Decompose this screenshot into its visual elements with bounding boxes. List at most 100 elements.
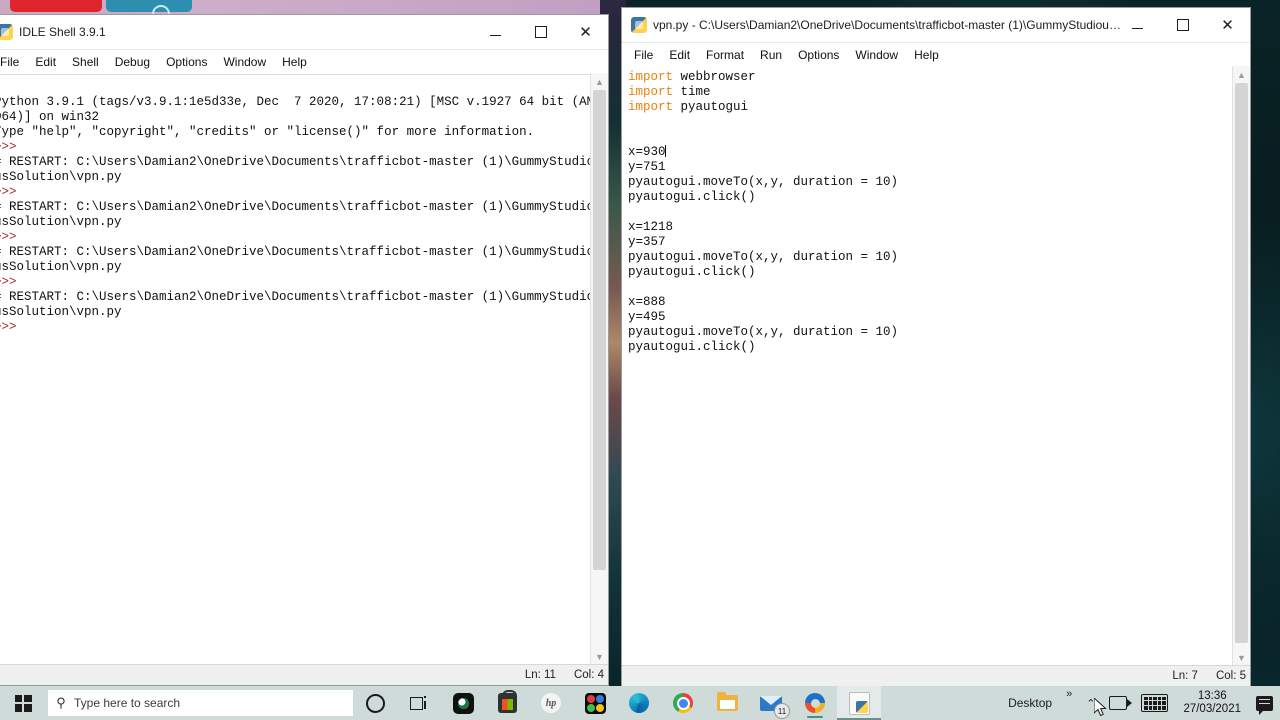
editor-code-text[interactable]: import webbrowser import time import pyaut… [622,66,1233,666]
editor-line-indicator: Ln: 7 [1172,670,1198,682]
start-button[interactable] [0,686,46,720]
hp-support-icon[interactable]: hp [529,686,573,720]
editor-menu-format[interactable]: Format [698,45,752,65]
photos-app-icon[interactable] [573,686,617,720]
edge-icon[interactable] [617,686,661,720]
shell-menu-window[interactable]: Window [215,52,274,72]
background-window-red[interactable] [10,0,102,12]
shell-line: D64)] on win32 [0,110,100,124]
action-center-icon[interactable] [1249,686,1280,720]
shell-close-button[interactable]: ✕ [563,15,608,49]
shell-title: IDLE Shell 3.9.1 [19,25,106,39]
shell-line: usSolution\vpn.py [0,260,122,274]
show-desktop-peek[interactable]: Desktop [1001,686,1059,720]
shell-line: Python 3.9.1 (tags/v3.9.1:1e5d33e, Dec 7… [0,95,591,109]
shell-scroll-thumb[interactable] [593,90,606,570]
shell-line: usSolution\vpn.py [0,305,122,319]
editor-scroll-thumb[interactable] [1235,83,1248,643]
mail-icon[interactable]: 11 [749,686,793,720]
chrome-icon[interactable] [661,686,705,720]
taskbar-search-box[interactable]: ⚲ Type here to search [48,690,353,716]
clock-time: 13:36 [1197,690,1227,702]
code-line: y=495 [628,310,666,324]
file-explorer-icon[interactable] [705,686,749,720]
media-app-icon[interactable] [441,686,485,720]
shell-statusbar: Ln: 11 Col: 4 [0,664,608,685]
editor-titlebar[interactable]: vpn.py - C:\Users\Damian2\OneDrive\Docum… [622,8,1250,43]
shell-titlebar[interactable]: IDLE Shell 3.9.1 ✕ [0,15,608,50]
taskbar[interactable]: ⚲ Type here to search hp 11 Desktop » ⌃ … [0,686,1280,720]
shell-output-text[interactable]: Python 3.9.1 (tags/v3.9.1:1e5d33e, Dec 7… [0,91,591,665]
shell-scroll-up-icon[interactable]: ▲ [591,73,608,90]
search-icon: ⚲ [56,695,66,710]
editor-minimize-button[interactable] [1115,8,1160,42]
editor-menu-edit[interactable]: Edit [661,45,698,65]
editor-scroll-down-icon[interactable]: ▼ [1233,649,1250,666]
editor-menu-window[interactable]: Window [847,45,906,65]
editor-close-button[interactable]: ✕ [1205,8,1250,42]
task-view-icon[interactable] [397,686,441,720]
editor-window-controls[interactable]: ✕ [1115,8,1250,42]
shell-menubar[interactable]: File Edit Shell Debug Options Window Hel… [0,50,608,75]
code-line: import time [628,85,711,99]
mouse-cursor [1094,698,1107,717]
shell-minimize-button[interactable] [473,15,518,49]
shell-window-controls[interactable]: ✕ [473,15,608,49]
editor-menu-options[interactable]: Options [790,45,847,65]
shell-menu-edit[interactable]: Edit [27,52,64,72]
shell-line: >>> [0,185,17,199]
mail-badge-count: 11 [774,703,790,719]
editor-scroll-up-icon[interactable]: ▲ [1233,66,1250,83]
editor-maximize-button[interactable] [1160,8,1205,42]
editor-vertical-scrollbar[interactable]: ▲ ▼ [1232,66,1250,666]
editor-menu-run[interactable]: Run [752,45,790,65]
shell-menu-file[interactable]: File [0,52,27,72]
shell-line: usSolution\vpn.py [0,215,122,229]
code-line: y=751 [628,160,666,174]
shell-line: >>> [0,275,17,289]
code-line: x=1218 [628,220,674,234]
shell-line: Type "help", "copyright", "credits" or "… [0,125,535,139]
code-line: pyautogui.click() [628,265,756,279]
shell-menu-options[interactable]: Options [158,52,215,72]
idle-shell-window[interactable]: IDLE Shell 3.9.1 ✕ File Edit Shell Debug… [0,15,608,685]
python-file-icon [631,17,647,33]
python-icon [0,24,13,40]
shell-menu-help[interactable]: Help [274,52,315,72]
sync-app-icon[interactable] [793,686,837,720]
idle-editor-window[interactable]: vpn.py - C:\Users\Damian2\OneDrive\Docum… [622,8,1250,686]
system-tray[interactable]: Desktop » ⌃ 13:36 27/03/2021 [1001,686,1280,720]
editor-menu-file[interactable]: File [626,45,661,65]
shell-col-indicator: Col: 4 [573,669,604,681]
shell-line: >>> [0,320,17,334]
code-line: pyautogui.moveTo(x,y, duration = 10) [628,250,899,264]
shell-line: = RESTART: C:\Users\Damian2\OneDrive\Doc… [0,200,591,214]
editor-title: vpn.py - C:\Users\Damian2\OneDrive\Docum… [653,18,1123,32]
touch-keyboard-icon[interactable] [1134,686,1175,720]
windows-logo-icon [14,694,32,712]
editor-menu-help[interactable]: Help [906,45,947,65]
shell-line: >>> [0,140,17,154]
shell-scroll-down-icon[interactable]: ▼ [591,648,608,665]
idle-python-icon[interactable] [837,686,881,720]
code-keyword: import [628,70,674,84]
shell-vertical-scrollbar[interactable]: ▲ ▼ [590,73,608,665]
shell-menu-debug[interactable]: Debug [107,52,158,72]
code-line: pyautogui.click() [628,190,756,204]
clock[interactable]: 13:36 27/03/2021 [1175,686,1249,720]
cortana-icon[interactable] [353,686,397,720]
code-line: x=888 [628,295,666,309]
shell-line-indicator: Ln: 11 [524,669,556,681]
tray-overflow-icon[interactable]: » [1059,686,1079,720]
shell-line: >>> [0,230,17,244]
editor-menubar[interactable]: File Edit Format Run Options Window Help [622,43,1250,68]
background-window-teal[interactable] [106,0,192,23]
shell-line: usSolution\vpn.py [0,170,122,184]
shell-menu-shell[interactable]: Shell [64,52,107,72]
search-placeholder: Type here to search [74,696,181,710]
shell-maximize-button[interactable] [518,15,563,49]
microsoft-store-icon[interactable] [485,686,529,720]
code-keyword: import [628,85,674,99]
